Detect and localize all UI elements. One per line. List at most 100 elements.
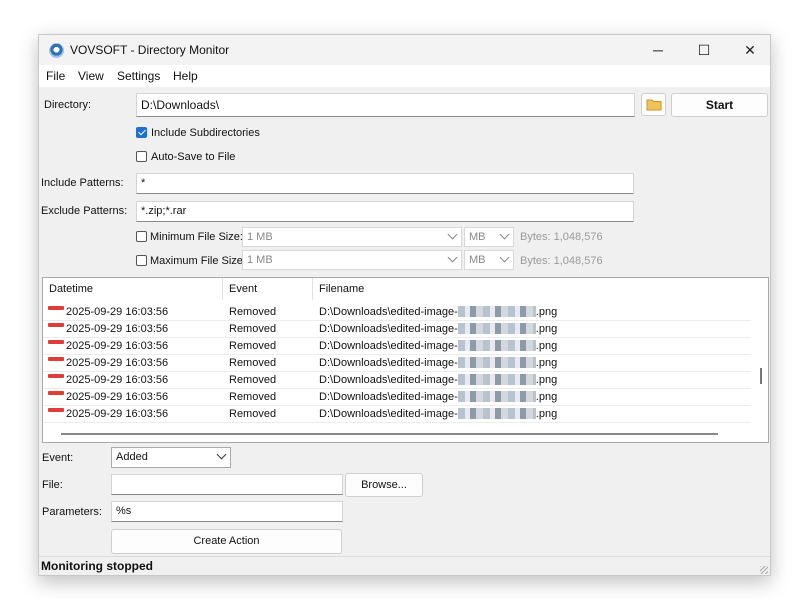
maximum-file-size-select[interactable]: 1 MB	[242, 250, 462, 270]
menu-help[interactable]: Help	[173, 69, 198, 83]
row-filename: D:\Downloads\edited-image- .png	[319, 340, 557, 352]
event-select-value: Added	[116, 451, 148, 463]
table-row[interactable]: 2025-09-29 16:03:56 Removed D:\Downloads…	[43, 321, 751, 338]
filename-prefix: D:\Downloads\edited-image-	[319, 306, 458, 318]
redacted-name-image	[457, 374, 536, 385]
events-table[interactable]: Datetime Event Filename 2025-09-29 16:03…	[42, 277, 769, 443]
menu-bar: File View Settings Help	[39, 65, 770, 87]
horizontal-scrollbar-thumb[interactable]	[61, 433, 718, 435]
maximum-file-size-checkbox[interactable]	[136, 255, 147, 266]
row-filename: D:\Downloads\edited-image- .png	[319, 357, 557, 369]
include-subdirectories-label: Include Subdirectories	[151, 127, 260, 139]
row-event: Removed	[229, 357, 277, 369]
maximum-size-unit-select[interactable]: MB	[464, 250, 514, 270]
filename-prefix: D:\Downloads\edited-image-	[319, 357, 458, 369]
filename-suffix: .png	[535, 323, 558, 335]
file-input[interactable]	[111, 474, 343, 495]
filename-prefix: D:\Downloads\edited-image-	[319, 374, 458, 386]
removed-event-icon	[48, 391, 64, 395]
row-event: Removed	[229, 391, 277, 403]
row-event: Removed	[229, 323, 277, 335]
exclude-patterns-input[interactable]: *.zip;*.rar	[136, 201, 634, 222]
redacted-name-image	[457, 306, 536, 317]
title-bar: VOVSOFT - Directory Monitor ─ ☐ ✕	[39, 35, 770, 65]
file-label: File:	[42, 479, 63, 491]
menu-view[interactable]: View	[78, 69, 104, 83]
close-button[interactable]: ✕	[727, 35, 773, 65]
app-window: VOVSOFT - Directory Monitor ─ ☐ ✕ File V…	[38, 34, 771, 576]
table-row[interactable]: 2025-09-29 16:03:56 Removed D:\Downloads…	[43, 406, 751, 423]
minimum-file-size-label: Minimum File Size:	[150, 231, 243, 243]
table-row[interactable]: 2025-09-29 16:03:56 Removed D:\Downloads…	[43, 372, 751, 389]
auto-save-checkbox[interactable]	[136, 151, 147, 162]
filename-suffix: .png	[535, 357, 558, 369]
filename-suffix: .png	[535, 408, 558, 420]
create-action-button[interactable]: Create Action	[111, 529, 342, 554]
row-datetime: 2025-09-29 16:03:56	[66, 340, 169, 352]
redacted-name-image	[457, 340, 536, 351]
status-text: Monitoring stopped	[41, 559, 153, 573]
chevron-down-icon	[499, 252, 510, 263]
resize-grip-icon[interactable]	[760, 566, 768, 574]
table-row[interactable]: 2025-09-29 16:03:56 Removed D:\Downloads…	[43, 338, 751, 355]
row-filename: D:\Downloads\edited-image- .png	[319, 391, 557, 403]
include-patterns-label: Include Patterns:	[41, 177, 124, 189]
row-datetime: 2025-09-29 16:03:56	[66, 323, 169, 335]
redacted-name-image	[457, 408, 536, 419]
maximize-button[interactable]: ☐	[681, 35, 727, 65]
maximum-size-unit-value: MB	[469, 254, 486, 266]
redacted-name-image	[457, 323, 536, 334]
removed-event-icon	[48, 357, 64, 361]
parameters-input[interactable]: %s	[111, 501, 343, 522]
filename-prefix: D:\Downloads\edited-image-	[319, 340, 458, 352]
row-datetime: 2025-09-29 16:03:56	[66, 306, 169, 318]
row-filename: D:\Downloads\edited-image- .png	[319, 374, 557, 386]
redacted-name-image	[457, 357, 536, 368]
removed-event-icon	[48, 374, 64, 378]
removed-event-icon	[48, 306, 64, 310]
vertical-scrollbar-thumb[interactable]	[760, 368, 762, 384]
auto-save-label: Auto-Save to File	[151, 151, 236, 163]
exclude-patterns-label: Exclude Patterns:	[41, 205, 128, 217]
minimum-file-size-value: 1 MB	[247, 231, 273, 243]
status-bar: Monitoring stopped	[39, 556, 770, 575]
row-datetime: 2025-09-29 16:03:56	[66, 408, 169, 420]
folder-browse-button[interactable]	[641, 93, 666, 116]
menu-settings[interactable]: Settings	[117, 69, 160, 83]
minimum-file-size-checkbox[interactable]	[136, 231, 147, 242]
start-button[interactable]: Start	[671, 93, 768, 117]
include-subdirectories-checkbox[interactable]	[136, 127, 147, 138]
column-header-datetime[interactable]: Datetime	[43, 278, 223, 300]
row-event: Removed	[229, 408, 277, 420]
minimum-size-bytes: Bytes: 1,048,576	[520, 231, 603, 243]
removed-event-icon	[48, 323, 64, 327]
minimum-size-unit-select[interactable]: MB	[464, 227, 514, 247]
app-eye-icon	[49, 43, 64, 58]
column-header-filename[interactable]: Filename	[313, 278, 751, 300]
minimize-button[interactable]: ─	[635, 35, 681, 65]
filename-prefix: D:\Downloads\edited-image-	[319, 391, 458, 403]
event-select[interactable]: Added	[111, 447, 231, 468]
row-filename: D:\Downloads\edited-image- .png	[319, 306, 557, 318]
window-title: VOVSOFT - Directory Monitor	[70, 43, 230, 57]
minimum-file-size-select[interactable]: 1 MB	[242, 227, 462, 247]
row-event: Removed	[229, 306, 277, 318]
directory-input[interactable]: D:\Downloads\	[136, 93, 635, 117]
include-patterns-input[interactable]: *	[136, 173, 634, 194]
event-label: Event:	[42, 452, 74, 464]
table-row[interactable]: 2025-09-29 16:03:56 Removed D:\Downloads…	[43, 304, 751, 321]
column-header-event[interactable]: Event	[223, 278, 313, 300]
filename-suffix: .png	[535, 340, 558, 352]
parameters-label: Parameters:	[42, 506, 102, 518]
table-row[interactable]: 2025-09-29 16:03:56 Removed D:\Downloads…	[43, 355, 751, 372]
row-event: Removed	[229, 374, 277, 386]
filename-prefix: D:\Downloads\edited-image-	[319, 408, 458, 420]
maximum-size-bytes: Bytes: 1,048,576	[520, 255, 603, 267]
menu-file[interactable]: File	[46, 69, 65, 83]
row-event: Removed	[229, 340, 277, 352]
minimum-size-unit-value: MB	[469, 231, 486, 243]
redacted-name-image	[457, 391, 536, 402]
row-datetime: 2025-09-29 16:03:56	[66, 391, 169, 403]
table-row[interactable]: 2025-09-29 16:03:56 Removed D:\Downloads…	[43, 389, 751, 406]
browse-button[interactable]: Browse...	[345, 473, 423, 497]
